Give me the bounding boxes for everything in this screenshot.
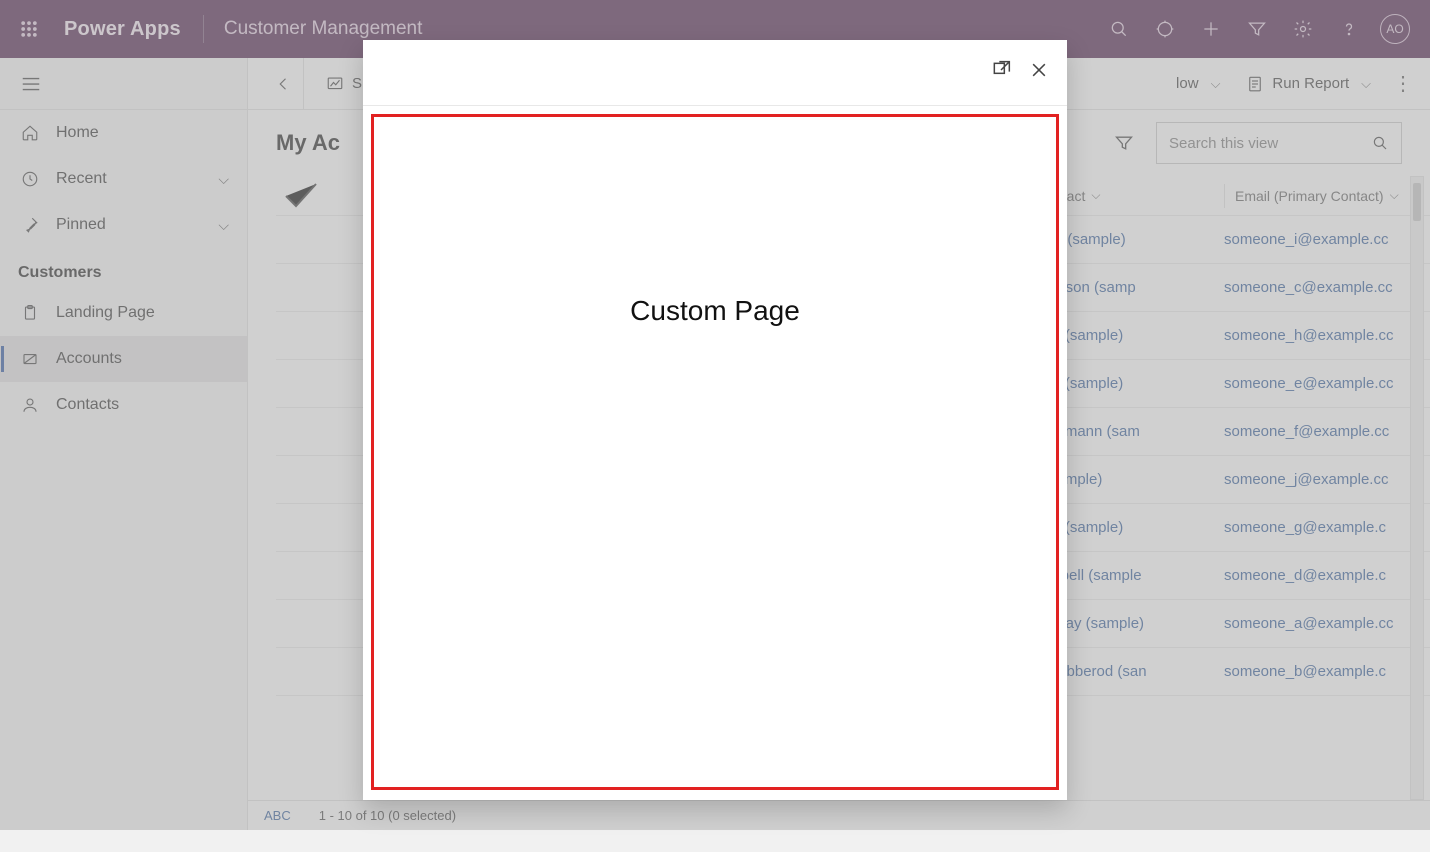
dialog-popout-icon[interactable] xyxy=(991,60,1011,85)
dialog-content-frame: Custom Page xyxy=(371,114,1059,790)
custom-page-dialog: Custom Page xyxy=(363,40,1067,800)
dialog-close-icon[interactable] xyxy=(1029,60,1049,85)
browser-bottom-strip xyxy=(0,830,1430,852)
dialog-content-label: Custom Page xyxy=(630,295,800,327)
dialog-header xyxy=(363,40,1067,106)
modal-overlay: Custom Page xyxy=(0,0,1430,830)
